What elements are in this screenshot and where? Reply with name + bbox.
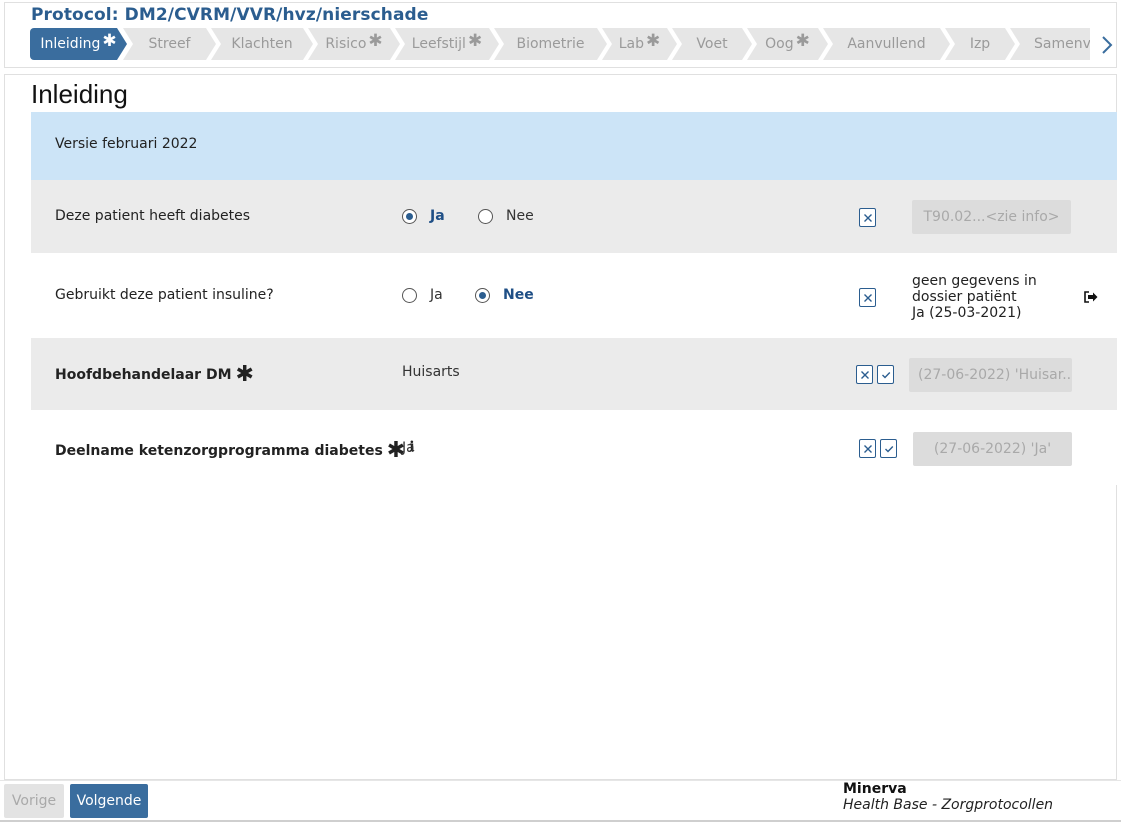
radio-unchecked-icon [402,287,417,303]
tab-label: Biometrie [516,36,585,52]
protocol-title: Protocol: DM2/CVRM/VVR/hvz/nierschade [31,5,429,25]
clear-answer-button[interactable] [859,208,876,227]
brand-subtitle: Health Base - Zorgprotocollen [843,797,1054,813]
import-value-button[interactable] [1083,289,1099,303]
radio-diabetes-ja[interactable]: Ja [402,208,445,224]
radio-checked-icon [475,287,490,303]
page-title: Inleiding [31,79,128,109]
version-text: Versie februari 2022 [55,136,198,152]
tab-label: Izp [969,36,991,52]
clear-answer-button[interactable] [859,439,876,458]
question-row-insuline: Gebruikt deze patient insuline? Ja Nee g… [31,253,1117,338]
clear-answer-button[interactable] [856,365,873,384]
history-value-box[interactable]: T90.02...<zie info> [912,200,1071,234]
tab-inleiding[interactable]: Inleiding ✱ [30,28,127,60]
radio-label: Nee [503,287,534,303]
question-label: Deelname ketenzorgprogramma diabetes [55,443,383,459]
history-line: dossier patiënt [912,289,1017,305]
radio-label: Ja [430,208,445,224]
tab-voet[interactable]: Voet [672,28,752,60]
required-star-icon: ✱ [646,31,661,51]
tab-label: Lab [618,36,644,52]
tab-oog[interactable]: Oog ✱ [747,28,828,60]
steps-scroll-right-button[interactable] [1097,33,1117,57]
tab-streef[interactable]: Streef [123,28,216,60]
confirm-answer-button[interactable] [877,365,894,384]
tab-label: Inleiding [40,36,101,52]
required-star-icon: ✱ [368,31,383,51]
radio-diabetes-nee[interactable]: Nee [478,208,534,224]
content-panel: Inleiding Versie februari 2022 Deze pati… [4,74,1117,780]
tab-label: Oog [765,36,794,52]
chevron-right-icon [1102,36,1113,54]
radio-insuline-nee[interactable]: Nee [475,287,534,303]
question-label: Gebruikt deze patient insuline? [55,287,274,303]
radio-label: Nee [506,208,534,224]
history-line: geen gegevens in [912,273,1037,289]
next-button[interactable]: Volgende [70,784,148,818]
tab-label: Voet [696,36,728,52]
question-label: Hoofdbehandelaar DM [55,367,232,383]
tab-label: Klachten [231,36,293,52]
question-row-ketenzorg: Deelname ketenzorgprogramma diabetes ✱ i J… [31,410,1117,485]
required-star-icon: ✱ [235,362,254,387]
tab-lab[interactable]: Lab ✱ [602,28,677,60]
tab-klachten[interactable]: Klachten [211,28,313,60]
protocol-header: Protocol: DM2/CVRM/VVR/hvz/nierschade In… [4,2,1117,68]
previous-button[interactable]: Vorige [4,784,64,818]
clear-answer-button[interactable] [859,288,876,307]
tab-label: Streef [148,36,191,52]
tab-label: Risico [325,36,367,52]
tab-label: Samenva [1034,36,1090,52]
close-icon [863,444,872,453]
radio-insuline-ja[interactable]: Ja [402,287,443,303]
brand-info: Minerva Health Base - Zorgprotocollen [843,781,1053,813]
close-icon [860,370,869,379]
question-label-wrap: Hoofdbehandelaar DM ✱ [55,360,254,387]
brand-name: Minerva [843,781,907,797]
tab-izp[interactable]: Izp [945,28,1015,60]
radio-unchecked-icon [478,208,493,224]
tab-label: Leefstijl [411,36,466,52]
sign-out-icon [1084,291,1098,303]
required-star-icon: ✱ [102,31,117,51]
history-info-text: geen gegevens in dossier patiënt Ja (25-… [912,273,1037,321]
answer-value[interactable]: Ja [402,440,415,456]
history-value-box[interactable]: (27-06-2022) 'Huisar... [909,358,1072,392]
close-icon [863,293,872,302]
required-star-icon: ✱ [467,31,483,51]
check-icon [881,371,890,379]
radio-label: Ja [430,287,443,303]
step-navigation: Inleiding ✱ Streef Klachten Risico ✱ Leefs… [30,28,1090,60]
question-label: Deze patient heeft diabetes [55,208,251,224]
question-label-wrap: Deelname ketenzorgprogramma diabetes ✱ i [55,436,415,463]
tab-samenvatting[interactable]: Samenva [1010,28,1090,60]
answer-value[interactable]: Huisarts [402,364,460,380]
history-line: Ja (25-03-2021) [912,305,1022,321]
confirm-answer-button[interactable] [880,439,897,458]
close-icon [863,213,872,222]
required-star-icon: ✱ [795,31,810,51]
history-value-box[interactable]: (27-06-2022) 'Ja' [913,432,1072,466]
tab-aanvullend[interactable]: Aanvullend [823,28,950,60]
tab-biometrie[interactable]: Biometrie [494,28,607,60]
tab-leefstijl[interactable]: Leefstijl ✱ [395,28,499,60]
tab-label: Aanvullend [847,36,926,52]
radio-checked-icon [402,208,417,224]
check-icon [884,445,893,453]
question-row-diabetes: Deze patient heeft diabetes Ja Nee T90.0… [31,180,1117,253]
question-row-hoofdbehandelaar: Hoofdbehandelaar DM ✱ Huisarts (27-06-202… [31,338,1117,410]
footer-bar: Vorige Volgende Minerva Health Base - Zo… [0,780,1121,822]
tab-risico[interactable]: Risico ✱ [308,28,400,60]
version-banner: Versie februari 2022 [31,112,1117,180]
